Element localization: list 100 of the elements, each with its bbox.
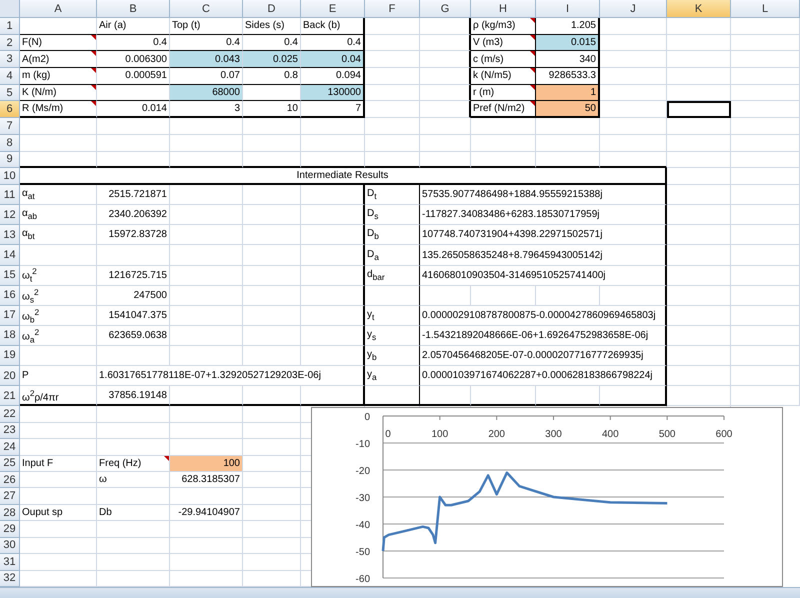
table-cell[interactable]: Sides (s) xyxy=(243,18,301,35)
column-header[interactable]: F xyxy=(365,0,420,18)
table-cell[interactable]: 0.0000029108787800875-0.0000427860969465803j xyxy=(420,306,667,326)
table-cell[interactable]: 247500 xyxy=(97,286,170,306)
row-header[interactable]: 32 xyxy=(0,570,20,588)
table-cell[interactable]: ρ (kg/m3) xyxy=(471,18,536,35)
table-cell[interactable]: k (N/m5) xyxy=(471,68,536,85)
table-cell[interactable] xyxy=(301,245,365,266)
table-cell[interactable]: A(m2) xyxy=(20,51,97,68)
table-cell[interactable]: K (N/m) xyxy=(20,84,97,102)
table-cell[interactable]: 3 xyxy=(170,101,243,118)
table-cell[interactable] xyxy=(301,346,365,366)
table-cell[interactable]: D$_{s}$ xyxy=(365,205,420,226)
table-cell[interactable] xyxy=(420,51,471,68)
table-cell[interactable]: Ouput sp xyxy=(20,504,97,522)
table-cell[interactable]: ω$^{2}$ρ/4πr xyxy=(20,386,97,406)
table-cell[interactable] xyxy=(301,185,365,206)
table-cell[interactable]: -1.54321892048666E-06+1.69264752983658E-06j xyxy=(420,326,667,346)
row-header[interactable]: 16 xyxy=(0,286,20,306)
table-cell[interactable]: 628.3185307 xyxy=(170,472,243,488)
table-cell[interactable]: 57535.9077486498+1884.95559215388j xyxy=(420,185,667,206)
table-cell[interactable]: -117827.34083486+6283.18530717959j xyxy=(420,205,667,226)
table-cell[interactable]: 2515.721871 xyxy=(97,185,170,206)
table-cell[interactable]: 1 xyxy=(536,84,600,102)
table-cell[interactable]: D$_{a}$ xyxy=(365,245,420,266)
table-cell[interactable]: Intermediate Results xyxy=(20,168,667,186)
row-header[interactable]: 8 xyxy=(0,134,20,152)
table-cell[interactable]: 2340.206392 xyxy=(97,205,170,226)
row-header[interactable]: 11 xyxy=(0,185,20,206)
column-header[interactable]: H xyxy=(471,0,536,18)
table-cell[interactable]: Top (t) xyxy=(170,18,243,35)
table-cell[interactable]: m (kg) xyxy=(20,68,97,85)
table-cell[interactable]: 15972.83728 xyxy=(97,225,170,246)
row-header[interactable]: 25 xyxy=(0,456,20,472)
row-header[interactable]: 5 xyxy=(0,84,20,102)
column-header[interactable]: K xyxy=(667,0,731,18)
table-cell[interactable]: 0.015 xyxy=(536,34,600,52)
table-cell[interactable]: 130000 xyxy=(301,84,365,102)
table-cell[interactable]: y$_{a}$ xyxy=(365,366,420,386)
row-header[interactable]: 3 xyxy=(0,51,20,68)
table-cell[interactable] xyxy=(365,286,420,306)
table-cell[interactable]: c (m/s) xyxy=(471,51,536,68)
column-header[interactable]: J xyxy=(600,0,667,18)
column-header[interactable]: A xyxy=(20,0,97,18)
column-header[interactable]: I xyxy=(536,0,600,18)
table-cell[interactable]: 107748.740731904+4398.22971502571j xyxy=(420,225,667,246)
column-header[interactable]: B xyxy=(97,0,170,18)
row-header[interactable]: 26 xyxy=(0,472,20,488)
row-header[interactable]: 4 xyxy=(0,68,20,85)
column-header[interactable]: G xyxy=(420,0,471,18)
table-cell[interactable]: 416068010903504-31469510525741400j xyxy=(420,266,667,286)
table-cell[interactable]: 68000 xyxy=(170,84,243,102)
row-header[interactable]: 6 xyxy=(0,101,20,118)
row-header[interactable]: 31 xyxy=(0,554,20,571)
table-cell[interactable]: d$_{bar}$ xyxy=(365,266,420,286)
table-cell[interactable]: 340 xyxy=(536,51,600,68)
row-header[interactable]: 10 xyxy=(0,168,20,186)
table-cell[interactable] xyxy=(301,225,365,246)
table-cell[interactable]: D$_{b}$ xyxy=(365,225,420,246)
row-header[interactable]: 14 xyxy=(0,245,20,266)
row-header[interactable]: 23 xyxy=(0,422,20,440)
row-header[interactable]: 28 xyxy=(0,504,20,522)
table-cell[interactable]: 100 xyxy=(170,456,243,472)
table-cell[interactable] xyxy=(420,84,471,102)
row-header[interactable]: 24 xyxy=(0,439,20,456)
table-cell[interactable]: D$_{t}$ xyxy=(365,185,420,206)
table-cell[interactable]: 135.265058635248+8.79645943005142j xyxy=(420,245,667,266)
table-cell[interactable]: 50 xyxy=(536,101,600,118)
row-header[interactable]: 22 xyxy=(0,406,20,423)
table-cell[interactable]: F(N) xyxy=(20,34,97,52)
table-cell[interactable]: α$_{at}$ xyxy=(20,185,97,206)
selected-cell[interactable] xyxy=(667,101,731,118)
column-header[interactable]: D xyxy=(243,0,301,18)
table-cell[interactable]: ω xyxy=(97,472,170,488)
table-cell[interactable]: y$_{t}$ xyxy=(365,306,420,326)
select-all-button[interactable] xyxy=(0,0,20,18)
row-header[interactable]: 15 xyxy=(0,266,20,286)
table-cell[interactable] xyxy=(420,68,471,85)
row-header[interactable]: 27 xyxy=(0,488,20,505)
table-cell[interactable]: P xyxy=(20,366,97,386)
table-cell[interactable]: 0.000591 xyxy=(97,68,170,85)
table-cell[interactable]: α$_{ab}$ xyxy=(20,205,97,226)
table-cell[interactable]: -29.94104907 xyxy=(170,504,243,522)
table-cell[interactable]: 2.0570456468205E-07-0.0000207716777269935j xyxy=(420,346,667,366)
row-header[interactable]: 1 xyxy=(0,18,20,35)
row-header[interactable]: 21 xyxy=(0,386,20,406)
table-cell[interactable]: 10 xyxy=(243,101,301,118)
column-header[interactable]: L xyxy=(731,0,800,18)
table-cell[interactable] xyxy=(301,306,365,326)
row-header[interactable]: 18 xyxy=(0,326,20,346)
table-cell[interactable]: 0.0000103971674062287+0.000628183866798224j xyxy=(420,366,667,386)
table-cell[interactable]: Back (b) xyxy=(301,18,365,35)
table-cell[interactable] xyxy=(301,205,365,226)
column-header[interactable]: C xyxy=(170,0,243,18)
table-cell[interactable]: Db xyxy=(97,504,170,522)
table-cell[interactable]: α$_{bt}$ xyxy=(20,225,97,246)
table-cell[interactable]: 0.04 xyxy=(301,51,365,68)
table-cell[interactable]: 1.60317651778118E-07+1.32920527129203E-06j xyxy=(97,366,365,386)
table-cell[interactable]: Input F xyxy=(20,456,97,472)
table-cell[interactable]: 0.025 xyxy=(243,51,301,68)
